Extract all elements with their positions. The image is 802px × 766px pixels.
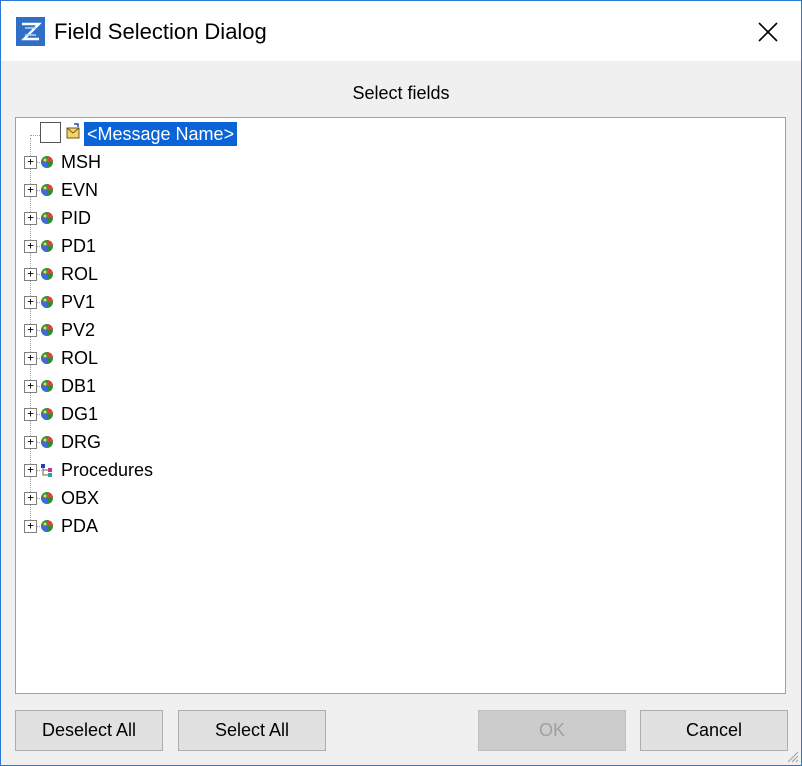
tree-item[interactable]: + PV1 bbox=[16, 288, 616, 316]
tree-item-label: OBX bbox=[61, 488, 100, 508]
expand-icon[interactable]: + bbox=[24, 520, 37, 533]
root-checkbox[interactable] bbox=[40, 122, 61, 143]
segment-globe-icon bbox=[41, 240, 53, 252]
tree-item[interactable]: + EVN bbox=[16, 176, 616, 204]
tree-item[interactable]: + OBX bbox=[16, 484, 616, 512]
segment-globe-icon bbox=[41, 380, 53, 392]
tree-item-label: Procedures bbox=[61, 460, 154, 480]
expand-icon[interactable]: + bbox=[24, 184, 37, 197]
segment-globe-icon bbox=[41, 184, 53, 196]
window-title: Field Selection Dialog bbox=[54, 19, 267, 44]
cancel-button[interactable]: Cancel bbox=[640, 710, 788, 751]
expand-icon[interactable]: + bbox=[24, 464, 37, 477]
tree-item[interactable]: + ROL bbox=[16, 260, 616, 288]
tree-item-label: PD1 bbox=[61, 236, 97, 256]
app-logo-icon bbox=[16, 17, 45, 46]
segment-globe-icon bbox=[41, 212, 53, 224]
expand-icon[interactable]: + bbox=[24, 156, 37, 169]
expand-icon[interactable]: + bbox=[24, 408, 37, 421]
tree-item[interactable]: + PV2 bbox=[16, 316, 616, 344]
tree-item[interactable]: + PD1 bbox=[16, 232, 616, 260]
expand-icon[interactable]: + bbox=[24, 380, 37, 393]
tree-item[interactable]: + MSH bbox=[16, 148, 616, 176]
root-label[interactable]: <Message Name> bbox=[84, 122, 238, 146]
tree-item-label: ROL bbox=[61, 348, 99, 368]
segment-globe-icon bbox=[41, 268, 53, 280]
segment-globe-icon bbox=[41, 352, 53, 364]
close-icon bbox=[758, 22, 778, 42]
tree-item-label: DG1 bbox=[61, 404, 99, 424]
tree-item-label: EVN bbox=[61, 180, 99, 200]
resize-grip-icon[interactable] bbox=[785, 749, 799, 763]
tree-item[interactable]: + Procedures bbox=[16, 456, 616, 484]
field-tree[interactable]: <Message Name> + MSH + EVN + PID + PD1 + ROL + PV1 +… bbox=[15, 117, 786, 694]
tree-item-label: PID bbox=[61, 208, 92, 228]
ok-button[interactable]: OK bbox=[478, 710, 626, 751]
deselect-all-button[interactable]: Deselect All bbox=[15, 710, 163, 751]
tree-item[interactable]: + ROL bbox=[16, 344, 616, 372]
tree-item-label: DRG bbox=[61, 432, 101, 452]
group-icon bbox=[41, 464, 52, 477]
expand-icon[interactable]: + bbox=[24, 240, 37, 253]
tree-item-label: DB1 bbox=[61, 376, 97, 396]
tree-item[interactable]: + DRG bbox=[16, 428, 616, 456]
tree-item-label: PV1 bbox=[61, 292, 96, 312]
tree-item[interactable]: + PID bbox=[16, 204, 616, 232]
segment-globe-icon bbox=[41, 492, 53, 504]
tree-item-label: ROL bbox=[61, 264, 99, 284]
select-all-button[interactable]: Select All bbox=[178, 710, 326, 751]
segment-globe-icon bbox=[41, 156, 53, 168]
tree-item-label: PV2 bbox=[61, 320, 96, 340]
expand-icon[interactable]: + bbox=[24, 352, 37, 365]
tree-connector-line bbox=[30, 135, 40, 136]
segment-globe-icon bbox=[41, 324, 53, 336]
tree-item[interactable]: + PDA bbox=[16, 512, 616, 540]
field-selection-dialog: Field Selection Dialog Select fields <Me… bbox=[0, 0, 802, 766]
expand-icon[interactable]: + bbox=[24, 436, 37, 449]
expand-icon[interactable]: + bbox=[24, 492, 37, 505]
tree-item[interactable]: + DB1 bbox=[16, 372, 616, 400]
tree-item-label: PDA bbox=[61, 516, 99, 536]
message-icon bbox=[66, 123, 80, 139]
close-button[interactable] bbox=[739, 9, 797, 55]
expand-icon[interactable]: + bbox=[24, 212, 37, 225]
segment-globe-icon bbox=[41, 436, 53, 448]
select-fields-heading: Select fields bbox=[352, 83, 450, 103]
expand-icon[interactable]: + bbox=[24, 324, 37, 337]
segment-globe-icon bbox=[41, 520, 53, 532]
expand-icon[interactable]: + bbox=[24, 268, 37, 281]
expand-icon[interactable]: + bbox=[24, 296, 37, 309]
tree-item[interactable]: + DG1 bbox=[16, 400, 616, 428]
title-bar[interactable]: Field Selection Dialog bbox=[1, 1, 801, 61]
tree-item-label: MSH bbox=[61, 152, 101, 172]
segment-globe-icon bbox=[41, 408, 53, 420]
segment-globe-icon bbox=[41, 296, 53, 308]
